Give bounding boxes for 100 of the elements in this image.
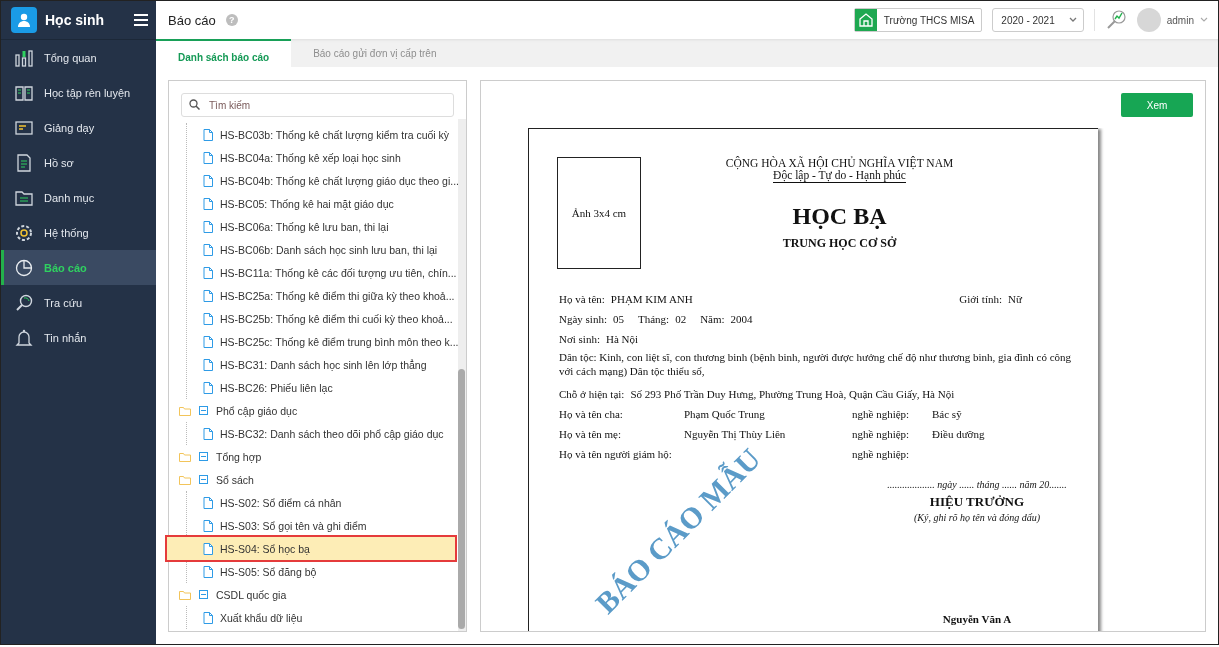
- file-icon: [203, 496, 213, 509]
- field-label: Nơi sinh:: [559, 332, 600, 345]
- field-text: Dân tộc: Kinh, con liệt sĩ, con thương binh (bệnh binh, người được hưởng chế độ như thương binh, gia đình có công với cách mạng) Dân tộc thiểu số,: [559, 350, 1073, 378]
- tree-folder[interactable]: Phổ cập giáo dục: [216, 404, 298, 417]
- file-icon: [203, 312, 213, 325]
- user-logo-icon: [11, 7, 37, 33]
- signer-title: HIỆU TRƯỞNG: [929, 494, 1025, 510]
- tree-item[interactable]: HS-BC03b: Thống kê chất lượng kiểm tra cuối kỳ: [187, 123, 455, 146]
- collapse-icon[interactable]: [199, 590, 208, 599]
- field-value: Hà Nội: [605, 332, 639, 345]
- school-selector[interactable]: Trường THCS MISA: [853, 8, 983, 32]
- sidebar-item[interactable]: Hệ thống: [1, 215, 156, 250]
- sidebar-item[interactable]: Giảng dạy: [1, 110, 156, 145]
- year-dropdown[interactable]: 2020 - 2021: [992, 8, 1084, 32]
- field-value: Số 293 Phố Trần Duy Hưng, Phường Trung Hoà, Quận Cầu Giấy, Hà Nội: [630, 387, 955, 400]
- file-icon: [203, 358, 213, 371]
- tree-item[interactable]: HS-BC05: Thống kê hai mặt giáo dục: [187, 192, 455, 215]
- tree-item[interactable]: HS-BC25a: Thống kê điểm thi giữa kỳ theo khoả...: [187, 284, 455, 307]
- field-value: Nữ: [1008, 292, 1023, 305]
- field-label: nghề nghiệp:: [852, 447, 911, 460]
- field-value: 2004: [730, 312, 753, 325]
- file-icon: [203, 381, 213, 394]
- nation-heading: CỘNG HÒA XÃ HỘI CHỦ NGHĨA VIỆT NAM: [725, 157, 954, 169]
- folder-icon: [179, 474, 191, 485]
- field-value: Phạm Quốc Trung: [684, 407, 766, 420]
- collapse-icon[interactable]: [199, 406, 208, 415]
- field-value: Điều dưỡng: [932, 427, 985, 440]
- field-label: nghề nghiệp:: [852, 407, 911, 420]
- folder-icon: [179, 451, 191, 462]
- menu-icon[interactable]: [134, 14, 148, 26]
- document-title: HỌC BẠ: [792, 203, 887, 230]
- file-icon: [203, 174, 213, 187]
- sidebar-item[interactable]: Hồ sơ: [1, 145, 156, 180]
- date-line: ................... ngày ...... tháng ...... năm 20.......: [887, 479, 1067, 490]
- sidebar-item[interactable]: Tin nhắn: [1, 320, 156, 355]
- collapse-icon[interactable]: [199, 475, 208, 484]
- field-label: Năm:: [700, 312, 725, 325]
- signer-note: (Ký, ghi rõ họ tên và đóng dấu): [913, 512, 1041, 523]
- signer-name: Nguyễn Văn A: [942, 613, 1012, 625]
- caret-icon: [1200, 17, 1208, 23]
- tree-item[interactable]: HS-BC26: Phiếu liên lạc: [187, 376, 455, 399]
- settings-icon: [14, 222, 34, 243]
- tree-item[interactable]: HS-BC25b: Thống kê điểm thi cuối kỳ theo khoả...: [187, 307, 455, 330]
- search-field[interactable]: Tìm kiếm: [181, 93, 454, 117]
- tree-item[interactable]: HS-S02: Sổ điểm cá nhân: [187, 491, 455, 514]
- sidebar-item[interactable]: Báo cáo: [1, 250, 156, 285]
- sidebar-item[interactable]: Tra cứu: [1, 285, 156, 320]
- tree-folder[interactable]: CSDL quốc gia: [216, 588, 287, 601]
- sidebar-item[interactable]: Danh mục: [1, 180, 156, 215]
- tree-folder[interactable]: Tổng hợp: [216, 450, 262, 463]
- file-icon: [203, 427, 213, 440]
- photo-frame: Ảnh 3x4 cm: [557, 157, 641, 269]
- bell-icon: [14, 327, 34, 348]
- tree-item[interactable]: HS-BC04a: Thống kê xếp loại học sinh: [187, 146, 455, 169]
- tree-item[interactable]: HS-S04: Sổ học bạ: [167, 537, 455, 560]
- bar-chart-icon: [14, 47, 34, 68]
- scrollbar-thumb[interactable]: [458, 369, 465, 629]
- tree-item[interactable]: Xuất khẩu dữ liệu: [187, 606, 455, 629]
- field-label: Họ và tên mẹ:: [559, 427, 622, 440]
- field-value: PHẠM KIM ANH: [610, 292, 693, 305]
- tree-item[interactable]: HS-BC06a: Thống kê lưu ban, thi lại: [187, 215, 455, 238]
- file-icon: [203, 197, 213, 210]
- tree-folder[interactable]: Sổ sách: [216, 473, 254, 486]
- tree-item[interactable]: HS-BC06b: Danh sách học sinh lưu ban, thi lại: [187, 238, 455, 261]
- file-icon: [203, 266, 213, 279]
- tree-item[interactable]: HS-S03: Sổ gọi tên và ghi điểm: [187, 514, 455, 537]
- file-icon: [203, 128, 213, 141]
- tree-item[interactable]: HS-BC32: Danh sách theo dõi phổ cập giáo dục: [187, 422, 455, 445]
- field-label: Họ và tên:: [559, 292, 605, 305]
- field-label: Chỗ ở hiện tại:: [559, 387, 625, 400]
- tree-item[interactable]: HS-BC11a: Thống kê các đối tượng ưu tiên, chín...: [187, 261, 455, 284]
- document-icon: [14, 152, 34, 173]
- file-icon: [203, 611, 213, 624]
- page-title: Báo cáo: [168, 12, 216, 28]
- app-title: Học sinh: [45, 12, 106, 28]
- folder-icon: [179, 405, 191, 416]
- sidebar-item[interactable]: Học tập rèn luyện: [1, 75, 156, 110]
- motto: Độc lập - Tự do - Hạnh phúc: [773, 169, 906, 183]
- sidebar-item[interactable]: Tổng quan: [1, 40, 156, 75]
- field-value: 05: [613, 312, 624, 325]
- field-label: Giới tính:: [959, 292, 1002, 305]
- pie-chart-icon: [14, 257, 34, 278]
- field-label: Họ và tên người giám hộ:: [559, 447, 673, 460]
- file-icon: [203, 220, 213, 233]
- caret-icon: [1068, 17, 1077, 23]
- document-subtitle: TRUNG HỌC CƠ SỞ: [782, 236, 897, 251]
- field-label: Họ và tên cha:: [559, 407, 624, 420]
- file-icon: [203, 519, 213, 532]
- field-value: Bác sỹ: [932, 407, 962, 420]
- tree-item[interactable]: HS-BC31: Danh sách học sinh lên lớp thẳng: [187, 353, 455, 376]
- folder-icon: [179, 589, 191, 600]
- field-value: 02: [675, 312, 687, 325]
- field-value: Nguyễn Thị Thùy Liên: [684, 427, 787, 440]
- tree-item[interactable]: HS-S05: Sổ đăng bộ: [187, 560, 455, 583]
- file-icon: [203, 151, 213, 164]
- user-name[interactable]: admin: [1166, 14, 1194, 26]
- tab[interactable]: Danh sách báo cáo: [156, 39, 292, 67]
- collapse-icon[interactable]: [199, 452, 208, 461]
- field-label: nghề nghiệp:: [852, 427, 911, 440]
- file-icon: [203, 243, 213, 256]
